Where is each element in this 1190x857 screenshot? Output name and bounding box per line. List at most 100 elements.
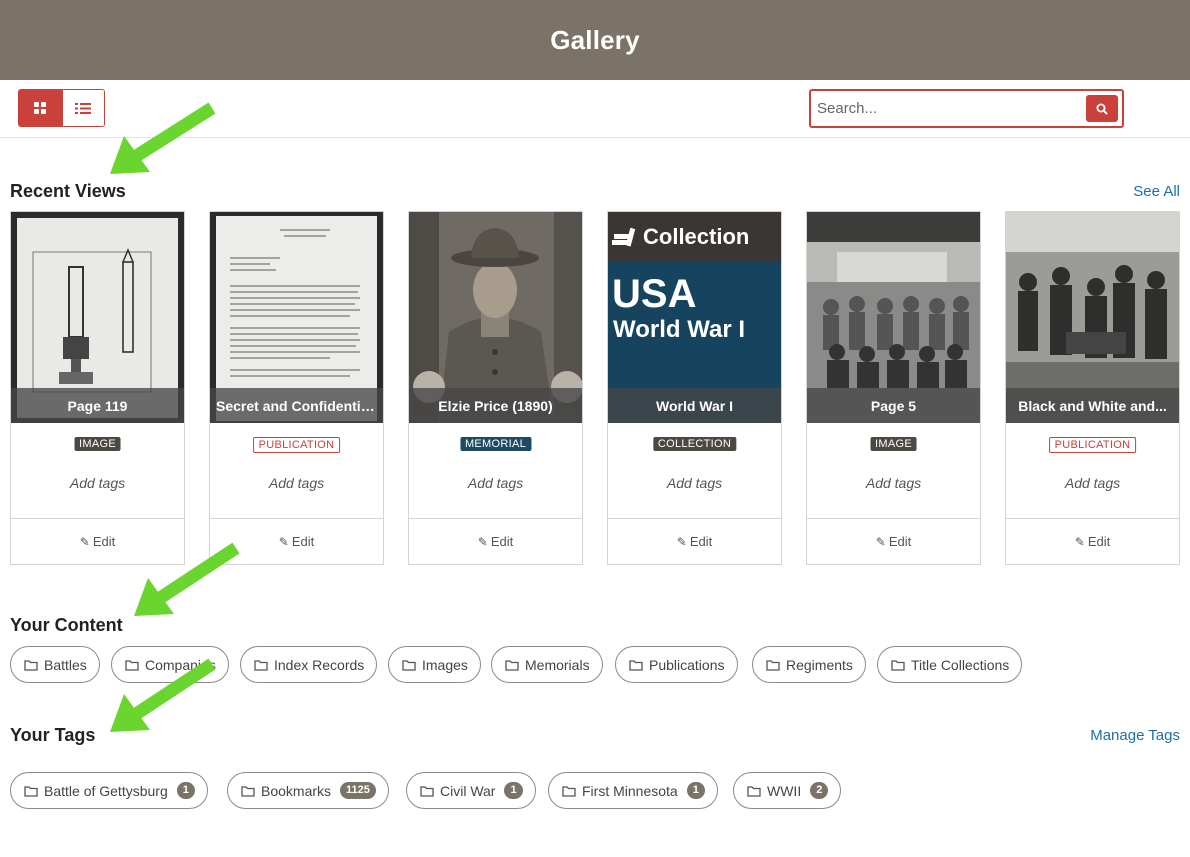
tag-battle-of-gettysburg[interactable]: Battle of Gettysburg 1 [10, 772, 208, 809]
content-folder-companies[interactable]: Companies [111, 646, 229, 683]
recent-views-heading: Recent Views [10, 181, 126, 201]
folder-label: Index Records [274, 656, 365, 673]
collection-thumb-header: Collection [608, 212, 781, 262]
folder-label: Memorials [525, 656, 590, 673]
type-badge: PUBLICATION [252, 437, 341, 453]
collection-thumb-subtitle: World War I [613, 316, 745, 343]
edit-label: Edit [689, 534, 713, 549]
grid-view-button[interactable] [19, 90, 62, 126]
folder-icon [24, 785, 38, 797]
content-folder-index-records[interactable]: Index Records [240, 646, 378, 683]
list-icon [75, 102, 92, 114]
tag-count-badge: 1125 [340, 782, 376, 799]
card-title[interactable]: World War I [608, 388, 781, 423]
search-input[interactable] [817, 95, 1079, 122]
card-title-text: Page 119 [67, 397, 128, 414]
tag-label: First Minnesota [582, 782, 678, 799]
pencil-icon: ✎ [676, 534, 687, 549]
card-title-text: Black and White and... [1018, 397, 1167, 414]
edit-button[interactable]: ✎ Edit [1006, 518, 1179, 564]
pencil-icon: ✎ [278, 534, 289, 549]
content-folder-regiments[interactable]: Regiments [752, 646, 866, 683]
collection-thumb-title: USA [612, 272, 697, 316]
folder-icon [766, 659, 780, 671]
tag-count-badge: 1 [686, 782, 705, 799]
content-folder-publications[interactable]: Publications [615, 646, 738, 683]
collection-thumb-label: Collection [643, 224, 750, 249]
search-button[interactable] [1086, 95, 1118, 122]
card-title[interactable]: Page 119 [11, 388, 184, 423]
edit-button[interactable]: ✎ Edit [807, 518, 980, 564]
folder-icon [420, 785, 434, 797]
content-folder-battles[interactable]: Battles [10, 646, 100, 683]
folder-icon [402, 659, 416, 671]
tag-count-badge: 1 [176, 782, 195, 799]
tag-bookmarks[interactable]: Bookmarks 1125 [227, 772, 389, 809]
manage-tags-link[interactable]: Manage Tags [1090, 727, 1180, 744]
recent-card[interactable]: Collection USA World War I World War I C… [607, 211, 782, 565]
card-title-text: Secret and Confidential Memo... [216, 397, 377, 414]
card-title-text: Page 5 [870, 397, 917, 414]
tag-first-minnesota[interactable]: First Minnesota 1 [548, 772, 718, 809]
pencil-icon: ✎ [1074, 534, 1085, 549]
recent-card[interactable]: Elzie Price (1890) MEMORIAL Add tags ✎ Ed… [408, 211, 583, 565]
add-tags-link[interactable]: Add tags [409, 475, 582, 491]
folder-icon [24, 659, 38, 671]
tag-count-badge: 2 [810, 782, 829, 799]
tag-count-badge: 1 [504, 782, 523, 799]
type-badge: IMAGE [870, 437, 917, 451]
books-icon [612, 227, 636, 247]
edit-label: Edit [92, 534, 116, 549]
add-tags-link[interactable]: Add tags [608, 475, 781, 491]
edit-button[interactable]: ✎ Edit [409, 518, 582, 564]
folder-icon [747, 785, 761, 797]
content-folder-images[interactable]: Images [388, 646, 481, 683]
content-folder-memorials[interactable]: Memorials [491, 646, 603, 683]
add-tags-link[interactable]: Add tags [1006, 475, 1179, 491]
folder-icon [125, 659, 139, 671]
edit-label: Edit [291, 534, 315, 549]
page-header: Gallery [0, 0, 1190, 80]
add-tags-link[interactable]: Add tags [210, 475, 383, 491]
card-title[interactable]: Secret and Confidential Memo... [210, 388, 383, 423]
tag-label: Bookmarks [261, 782, 332, 799]
type-badge: MEMORIAL [459, 437, 532, 451]
tag-wwii[interactable]: WWII 2 [733, 772, 842, 809]
edit-label: Edit [1087, 534, 1111, 549]
edit-button[interactable]: ✎ Edit [210, 518, 383, 564]
folder-icon [562, 785, 576, 797]
recent-card[interactable]: Page 5 IMAGE Add tags ✎ Edit [806, 211, 981, 565]
tag-label: Civil War [440, 782, 496, 799]
tag-label: Battle of Gettysburg [44, 782, 168, 799]
see-all-link[interactable]: See All [1133, 183, 1180, 200]
add-tags-link[interactable]: Add tags [11, 475, 184, 491]
folder-icon [629, 659, 643, 671]
your-tags-heading: Your Tags [10, 725, 96, 745]
card-title[interactable]: Black and White and... [1006, 388, 1179, 423]
folder-icon [241, 785, 255, 797]
folder-icon [891, 659, 905, 671]
edit-label: Edit [888, 534, 912, 549]
folder-label: Title Collections [911, 656, 1010, 673]
card-title-text: World War I [656, 397, 733, 414]
recent-card[interactable]: Page 119 IMAGE Add tags ✎ Edit [10, 211, 185, 565]
folder-label: Publications [649, 656, 725, 673]
folder-icon [254, 659, 268, 671]
card-title[interactable]: Elzie Price (1890) [409, 388, 582, 423]
edit-button[interactable]: ✎ Edit [11, 518, 184, 564]
list-view-button[interactable] [61, 90, 104, 126]
pencil-icon: ✎ [79, 534, 90, 549]
edit-label: Edit [490, 534, 514, 549]
recent-card[interactable]: Secret and Confidential Memo... PUBLICAT… [209, 211, 384, 565]
type-badge: PUBLICATION [1048, 437, 1137, 453]
content-folder-title-collections[interactable]: Title Collections [877, 646, 1023, 683]
add-tags-link[interactable]: Add tags [807, 475, 980, 491]
pencil-icon: ✎ [477, 534, 488, 549]
search-box [809, 89, 1124, 128]
tag-civil-war[interactable]: Civil War 1 [406, 772, 536, 809]
your-content-heading: Your Content [10, 615, 123, 635]
edit-button[interactable]: ✎ Edit [608, 518, 781, 564]
tag-label: WWII [767, 782, 802, 799]
card-title[interactable]: Page 5 [807, 388, 980, 423]
recent-card[interactable]: Black and White and... PUBLICATION Add t… [1005, 211, 1180, 565]
